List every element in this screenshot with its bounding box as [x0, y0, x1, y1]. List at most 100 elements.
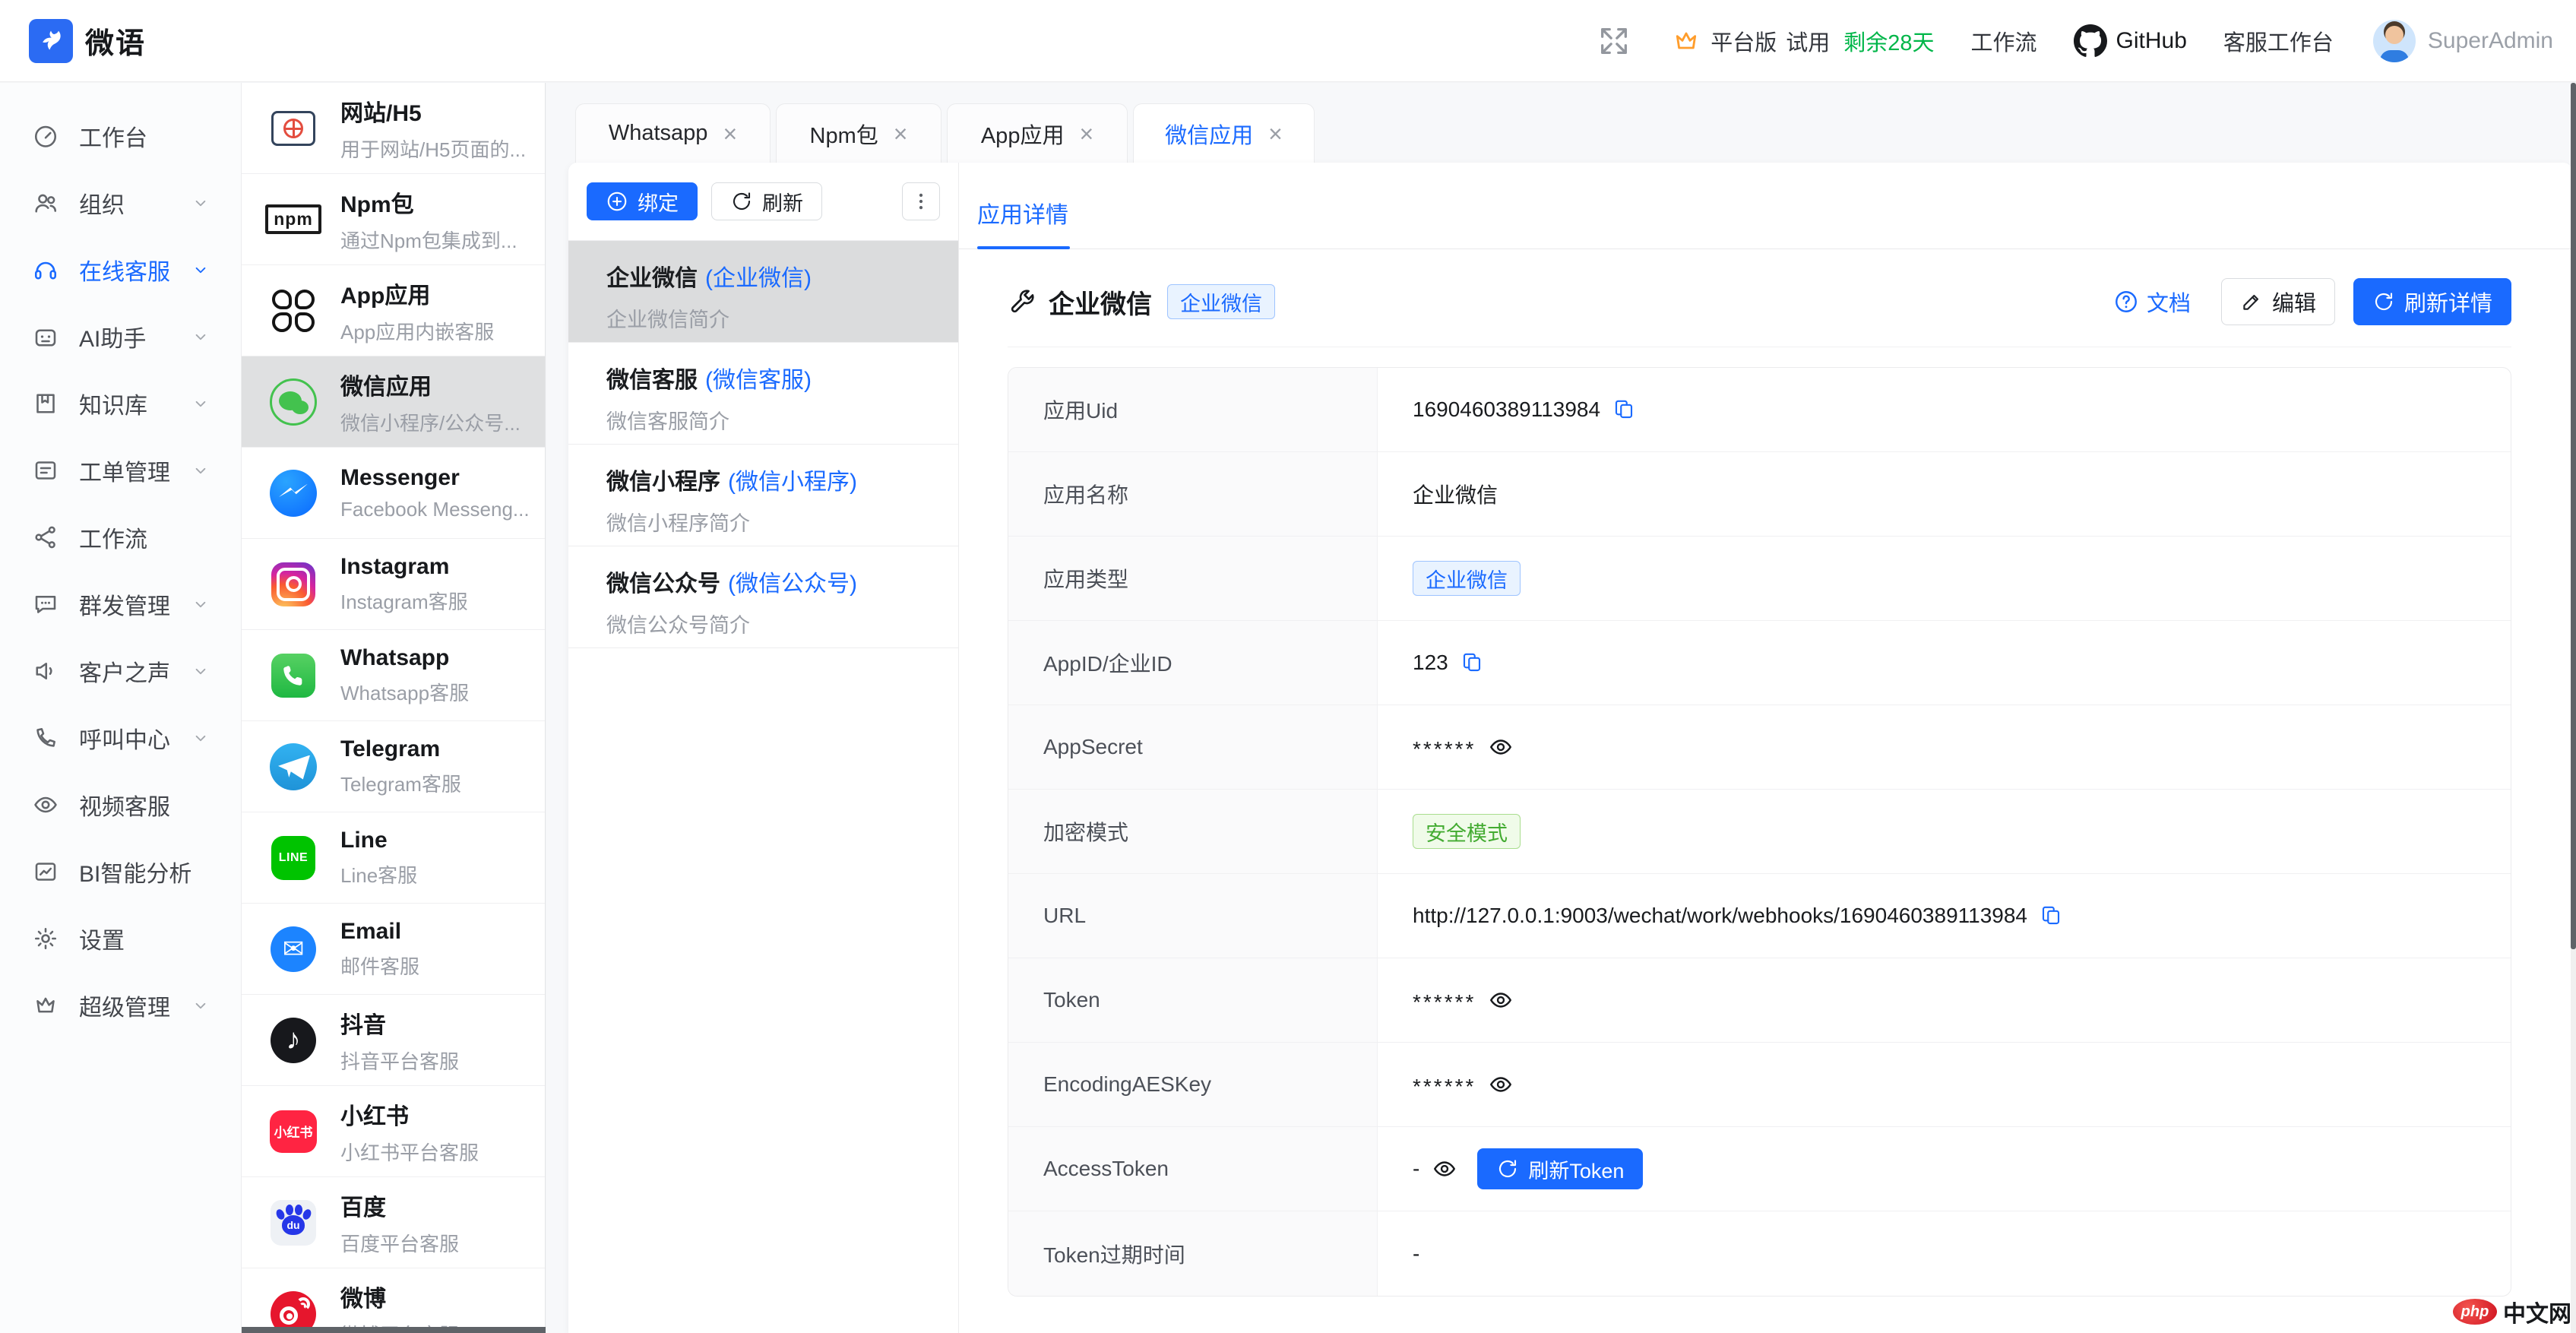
chevron-down-icon — [191, 461, 210, 480]
channel-item-wechat[interactable]: 微信应用 微信小程序/公众号... — [242, 356, 545, 448]
list-item-wechat-service[interactable]: 微信客服(微信客服) 微信客服简介 — [568, 343, 958, 445]
refresh-button[interactable]: 刷新 — [711, 182, 822, 220]
sidebar-item-settings[interactable]: 设置 — [0, 905, 241, 972]
channel-list-horizontal-scrollbar[interactable] — [242, 1327, 546, 1333]
app-grid-icon — [269, 287, 318, 335]
channel-item-baidu[interactable]: du 百度 百度平台客服 — [242, 1177, 545, 1268]
username: SuperAdmin — [2428, 28, 2553, 54]
table-row-encrypt-mode: 加密模式 安全模式 — [1008, 790, 2511, 874]
channel-item-npm[interactable]: npm Npm包 通过Npm包集成到... — [242, 174, 545, 265]
table-row-token-expiry: Token过期时间 - — [1008, 1211, 2511, 1296]
telegram-icon — [269, 742, 318, 791]
channel-item-douyin[interactable]: ♪ 抖音 抖音平台客服 — [242, 995, 545, 1086]
refresh-details-button[interactable]: 刷新详情 — [2353, 278, 2511, 325]
more-menu-button[interactable] — [902, 182, 940, 220]
dashboard-icon — [32, 122, 59, 150]
github-link[interactable]: GitHub — [2074, 24, 2187, 58]
copy-icon[interactable] — [1460, 651, 1483, 674]
tab-whatsapp[interactable]: Whatsapp × — [575, 103, 771, 163]
close-icon[interactable]: × — [1268, 122, 1283, 146]
line-icon: LINE — [269, 834, 318, 882]
chevron-down-icon — [191, 661, 210, 681]
help-circle-icon — [2113, 289, 2139, 315]
copy-icon[interactable] — [1612, 398, 1635, 421]
topbar-link-workspace[interactable]: 客服工作台 — [2223, 25, 2334, 57]
sidebar-item-online-service[interactable]: 在线客服 — [0, 236, 241, 303]
table-row-token: Token ****** — [1008, 958, 2511, 1043]
sidebar-item-voice-of-customer[interactable]: 客户之声 — [0, 638, 241, 704]
scrollbar-thumb[interactable] — [2571, 83, 2576, 949]
headset-icon — [32, 256, 59, 283]
eye-icon[interactable] — [1488, 987, 1514, 1013]
tab-app-details[interactable]: 应用详情 — [977, 196, 1068, 249]
content-card: 绑定 刷新 企业微信(企业微信) 企业微信简介 微信客服(微信客服) 微信客服简… — [568, 163, 2572, 1333]
channel-item-email[interactable]: ✉ Email 邮件客服 — [242, 904, 545, 995]
sidebar-item-dashboard[interactable]: 工作台 — [0, 103, 241, 169]
bind-button[interactable]: 绑定 — [587, 182, 698, 220]
sidebar-item-video-service[interactable]: 视频客服 — [0, 771, 241, 838]
email-icon: ✉ — [269, 925, 318, 974]
pencil-icon — [2240, 290, 2263, 313]
docs-link[interactable]: 文档 — [2113, 286, 2191, 318]
detail-header: 企业微信 企业微信 文档 编辑 刷新详情 — [1008, 268, 2511, 347]
user-avatar[interactable] — [2373, 20, 2416, 62]
list-item-official-account[interactable]: 微信公众号(微信公众号) 微信公众号简介 — [568, 546, 958, 648]
channel-item-telegram[interactable]: Telegram Telegram客服 — [242, 721, 545, 812]
channel-item-website[interactable]: 网站/H5 用于网站/H5页面的... — [242, 83, 545, 174]
tab-wechat[interactable]: 微信应用 × — [1133, 103, 1315, 163]
sidebar-item-organization[interactable]: 组织 — [0, 169, 241, 236]
list-item-work-wechat[interactable]: 企业微信(企业微信) 企业微信简介 — [568, 241, 958, 343]
channel-item-whatsapp[interactable]: Whatsapp Whatsapp客服 — [242, 630, 545, 721]
eye-icon[interactable] — [1488, 734, 1514, 760]
plus-circle-icon — [606, 190, 628, 213]
tab-npm[interactable]: Npm包 × — [776, 103, 941, 163]
channel-item-instagram[interactable]: Instagram Instagram客服 — [242, 539, 545, 630]
website-icon — [269, 104, 318, 153]
sidebar-item-knowledge-base[interactable]: 知识库 — [0, 370, 241, 437]
eye-icon[interactable] — [1488, 1072, 1514, 1097]
eye-icon — [32, 791, 59, 818]
chevron-down-icon — [191, 728, 210, 748]
sidebar-item-workflow[interactable]: 工作流 — [0, 504, 241, 571]
topbar-link-workflow[interactable]: 工作流 — [1971, 25, 2037, 57]
sidebar-item-ai-assistant[interactable]: AI助手 — [0, 303, 241, 370]
wechat-icon — [269, 378, 318, 426]
douyin-icon: ♪ — [269, 1016, 318, 1065]
xiaohongshu-icon: 小红书 — [269, 1107, 318, 1156]
channel-item-line[interactable]: LINE Line Line客服 — [242, 812, 545, 904]
plan-name: 平台版 — [1710, 25, 1777, 57]
close-icon[interactable]: × — [894, 122, 908, 146]
sidebar-item-super-admin[interactable]: 超级管理 — [0, 972, 241, 1039]
eye-icon[interactable] — [1432, 1156, 1457, 1182]
chevron-down-icon — [191, 594, 210, 614]
whatsapp-icon — [269, 651, 318, 700]
main-area: Whatsapp × Npm包 × App应用 × 微信应用 × 绑定 — [546, 83, 2576, 1333]
sidebar-item-ticket-management[interactable]: 工单管理 — [0, 437, 241, 504]
edit-button[interactable]: 编辑 — [2221, 278, 2335, 325]
table-row-type: 应用类型 企业微信 — [1008, 537, 2511, 621]
plan-badge[interactable]: 平台版 试用 剩余28天 — [1671, 25, 1934, 57]
channel-item-xiaohongshu[interactable]: 小红书 小红书 小红书平台客服 — [242, 1086, 545, 1177]
channel-item-weibo[interactable]: 微博 微博平台客服 — [242, 1268, 545, 1333]
close-icon[interactable]: × — [1079, 122, 1093, 146]
sidebar-item-broadcast[interactable]: 群发管理 — [0, 571, 241, 638]
sidebar-item-call-center[interactable]: 呼叫中心 — [0, 704, 241, 771]
sidebar-item-bi-analytics[interactable]: BI智能分析 — [0, 838, 241, 905]
wechat-app-list: 企业微信(企业微信) 企业微信简介 微信客服(微信客服) 微信客服简介 微信小程… — [568, 240, 958, 648]
table-row-appsecret: AppSecret ****** — [1008, 705, 2511, 790]
trial-days-left: 剩余28天 — [1843, 25, 1934, 57]
channel-item-messenger[interactable]: Messenger Facebook Messeng... — [242, 448, 545, 539]
list-item-mini-program[interactable]: 微信小程序(微信小程序) 微信小程序简介 — [568, 445, 958, 546]
refresh-token-button[interactable]: 刷新Token — [1477, 1148, 1643, 1189]
detail-table: 应用Uid 1690460389113984 应用名称 企业微信 应用类型 企业… — [1008, 367, 2511, 1297]
close-icon[interactable]: × — [723, 122, 737, 146]
channel-item-app[interactable]: App应用 App应用内嵌客服 — [242, 265, 545, 356]
active-tab-indicator — [977, 246, 1070, 249]
table-row-appid: AppID/企业ID 123 — [1008, 621, 2511, 705]
tab-app[interactable]: App应用 × — [947, 103, 1128, 163]
crown-icon — [32, 992, 59, 1019]
copy-icon[interactable] — [2040, 904, 2062, 927]
fullscreen-icon[interactable] — [1597, 24, 1631, 59]
page-scrollbar — [2571, 83, 2576, 1333]
refresh-icon — [730, 190, 753, 213]
